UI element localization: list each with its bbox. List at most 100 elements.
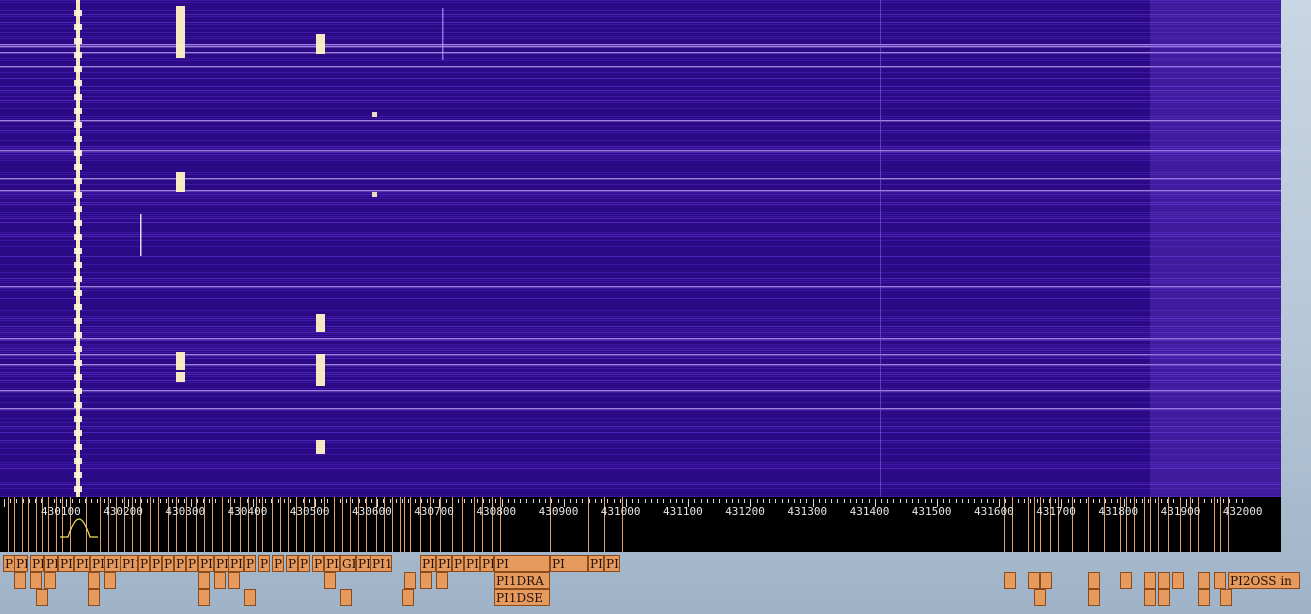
station-label-stub[interactable]	[14, 572, 26, 589]
scale-tick	[134, 499, 136, 503]
scale-tick	[582, 499, 584, 503]
station-label-stub[interactable]	[30, 572, 42, 589]
carrier-burst	[74, 262, 82, 268]
station-label-stub[interactable]	[88, 589, 100, 606]
station-label-stub[interactable]	[1158, 572, 1170, 589]
station-label-stub[interactable]	[244, 589, 256, 606]
scale-tick	[532, 499, 534, 503]
station-label[interactable]: PI	[58, 555, 74, 572]
station-label[interactable]: PI	[44, 555, 58, 572]
carrier-burst	[74, 122, 82, 128]
station-label[interactable]: PI	[494, 555, 550, 572]
station-label[interactable]: PI	[14, 555, 28, 572]
station-label[interactable]: PI	[588, 555, 604, 572]
station-label[interactable]: PI1AMS	[324, 555, 340, 572]
station-label[interactable]: PI	[272, 555, 284, 572]
station-label-stub[interactable]	[1004, 572, 1016, 589]
station-label[interactable]: PI	[174, 555, 186, 572]
station-label-stub[interactable]	[1120, 572, 1132, 589]
scale-tick	[737, 499, 739, 503]
scale-tick	[557, 499, 559, 503]
signal-burst	[316, 314, 325, 332]
station-label[interactable]: PI	[436, 555, 452, 572]
station-label-stub[interactable]	[228, 572, 240, 589]
station-label[interactable]: PI	[198, 555, 214, 572]
station-label-stub[interactable]	[1220, 589, 1232, 606]
station-label[interactable]: PI	[186, 555, 198, 572]
station-label-stub[interactable]	[420, 572, 432, 589]
carrier-burst	[74, 318, 82, 324]
scale-tick	[153, 499, 155, 503]
station-label-stub[interactable]	[36, 589, 48, 606]
scale-tick	[980, 499, 982, 503]
station-label[interactable]: GB3E	[340, 555, 356, 572]
station-label-stub[interactable]	[44, 572, 56, 589]
station-label[interactable]: PI	[312, 555, 324, 572]
scale-tick	[283, 499, 285, 503]
station-label-stub[interactable]	[340, 589, 352, 606]
station-label[interactable]: PI	[30, 555, 44, 572]
station-label[interactable]: PI1DSE	[494, 589, 550, 606]
station-label-stub[interactable]	[1144, 572, 1156, 589]
station-label[interactable]: PI	[138, 555, 150, 572]
station-label[interactable]: PI1KAN	[370, 555, 392, 572]
station-label-stub[interactable]	[1172, 572, 1184, 589]
station-label[interactable]: PI	[244, 555, 256, 572]
station-label[interactable]: PI	[150, 555, 162, 572]
scale-tick-label: 431300	[787, 505, 828, 518]
station-label[interactable]: PI	[74, 555, 90, 572]
faint-trace	[442, 8, 444, 60]
station-label-stub[interactable]	[1088, 572, 1100, 589]
station-label-stub[interactable]	[214, 572, 226, 589]
station-label[interactable]: PI	[420, 555, 436, 572]
station-label[interactable]: PI	[162, 555, 174, 572]
station-label[interactable]: PI	[452, 555, 464, 572]
station-label-stub[interactable]	[1198, 572, 1210, 589]
station-label[interactable]: PI	[286, 555, 298, 572]
station-label[interactable]: PI	[550, 555, 588, 572]
station-label-stub[interactable]	[198, 572, 210, 589]
station-label[interactable]: PI	[228, 555, 244, 572]
station-label[interactable]: PI	[298, 555, 310, 572]
station-label-stub[interactable]	[88, 572, 100, 589]
station-label-stub[interactable]	[1088, 589, 1100, 606]
station-marker-line	[36, 497, 37, 552]
waterfall-display[interactable]	[0, 0, 1281, 497]
station-label-stub[interactable]	[104, 572, 116, 589]
station-label[interactable]: PI2ALK in	[604, 555, 620, 572]
station-label[interactable]: PI1DRA	[494, 572, 550, 589]
station-marker-line	[222, 497, 223, 552]
station-label-stub[interactable]	[436, 572, 448, 589]
scale-tick-label: 430700	[414, 505, 454, 518]
carrier-burst	[74, 108, 82, 114]
station-label-stub[interactable]	[324, 572, 336, 589]
station-label[interactable]: PI1	[120, 555, 138, 572]
scale-tick	[694, 499, 696, 503]
station-label-stub[interactable]	[1158, 589, 1170, 606]
frequency-scale[interactable]: 430100 430200 430300 430400 430500 430600 4307…	[0, 497, 1281, 552]
scale-tick	[924, 499, 926, 503]
station-label-stub[interactable]	[1040, 572, 1052, 589]
scale-tick	[1223, 499, 1225, 503]
station-label-stub[interactable]	[404, 572, 416, 589]
station-label[interactable]: PI1	[258, 555, 270, 572]
station-label-stub[interactable]	[1214, 572, 1226, 589]
station-label-stub[interactable]	[1034, 589, 1046, 606]
scale-tick	[215, 499, 217, 503]
station-label-stub[interactable]	[198, 589, 210, 606]
station-label[interactable]: PI2OSS in	[1228, 572, 1300, 589]
scale-tick-label: 430500	[289, 505, 330, 518]
station-label-stub[interactable]	[402, 589, 414, 606]
station-label[interactable]: PI	[480, 555, 494, 572]
signal-spot	[372, 112, 377, 117]
station-label-stub[interactable]	[1198, 589, 1210, 606]
carrier-burst	[74, 360, 82, 366]
station-label-stub[interactable]	[1028, 572, 1040, 589]
station-label[interactable]: PI	[464, 555, 480, 572]
scale-tick	[986, 499, 988, 503]
scale-tick	[1067, 499, 1069, 503]
signal-spot	[372, 192, 377, 197]
station-label-stub[interactable]	[1144, 589, 1156, 606]
station-marker-line	[22, 497, 23, 552]
carrier-burst	[74, 94, 82, 100]
